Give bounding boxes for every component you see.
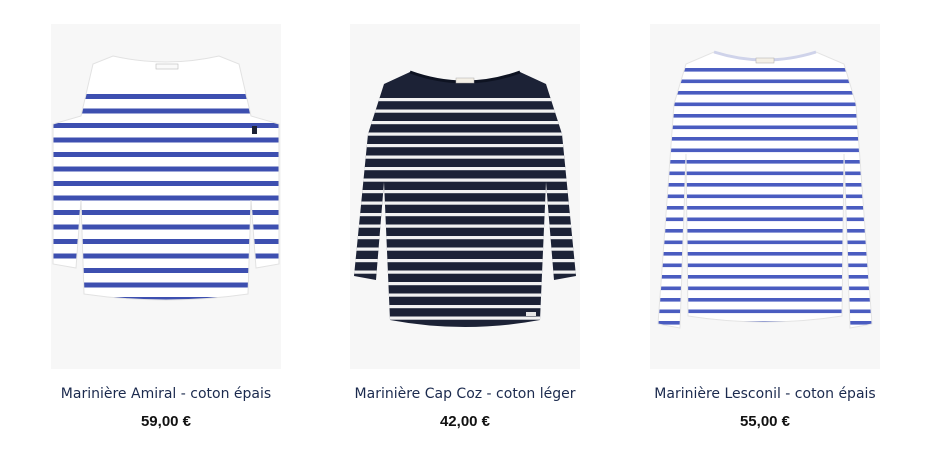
shirt-long-sleeve-blue-stripes-icon	[650, 50, 880, 337]
stripe	[658, 171, 872, 176]
stripe	[53, 108, 279, 114]
stripe	[658, 79, 872, 84]
stripe	[354, 293, 576, 297]
product-price: 42,00 €	[439, 413, 491, 430]
stripe	[658, 240, 872, 245]
stripe	[53, 268, 279, 273]
stripe	[354, 236, 576, 240]
stripe	[53, 123, 279, 128]
product-title[interactable]: Marinière Lesconil - coton épais	[615, 386, 915, 402]
stripe	[354, 132, 576, 136]
stripe	[354, 121, 576, 125]
shirt-white-yoke-royal-blue-stripes-icon	[52, 55, 280, 301]
stripe	[354, 190, 576, 194]
stripe	[354, 167, 576, 171]
stripe	[650, 333, 880, 337]
stripe	[658, 114, 872, 118]
stripe	[658, 309, 872, 314]
product-price: 59,00 €	[140, 413, 192, 430]
stripe	[354, 259, 576, 263]
stripe	[354, 305, 576, 309]
product-title[interactable]: Marinière Amiral - coton épais	[16, 386, 316, 402]
stripe	[658, 286, 872, 291]
product-grid: Marinière Amiral - coton épais 59,00 € M…	[0, 0, 934, 459]
stripe	[658, 275, 872, 279]
stripe	[658, 229, 872, 233]
product-card-lesconil[interactable]: Marinière Lesconil - coton épais 55,00 €	[615, 0, 915, 459]
stripe	[658, 252, 872, 256]
stripe	[354, 282, 576, 286]
stripe	[53, 152, 279, 157]
stripe	[354, 144, 576, 148]
stripe	[658, 298, 872, 302]
shirt-navy-white-stripes-icon	[350, 70, 580, 331]
product-card-cap-coz[interactable]: Marinière Cap Coz - coton léger 42,00 €	[315, 0, 615, 459]
product-image-cap-coz[interactable]	[350, 24, 580, 369]
stripe	[354, 201, 576, 205]
stripe	[53, 239, 279, 244]
stripe	[53, 195, 279, 201]
stripe	[354, 270, 576, 274]
stripe	[53, 282, 279, 288]
stripe	[658, 137, 872, 141]
product-price: 55,00 €	[739, 413, 791, 430]
stripe	[354, 224, 576, 228]
stripe	[350, 328, 580, 331]
product-title[interactable]: Marinière Cap Coz - coton léger	[315, 386, 615, 402]
stripe	[658, 148, 872, 153]
stripe	[354, 98, 576, 102]
stripe	[53, 210, 279, 215]
stripe	[53, 137, 279, 143]
stripe	[658, 217, 872, 222]
stripe	[658, 263, 872, 268]
stripe	[354, 155, 576, 159]
stripe	[53, 253, 279, 259]
stripe	[354, 247, 576, 251]
stripe	[354, 109, 576, 113]
stripe	[658, 160, 872, 164]
product-image-lesconil[interactable]	[650, 24, 880, 369]
product-card-amiral[interactable]: Marinière Amiral - coton épais 59,00 €	[16, 0, 316, 459]
stripe	[354, 178, 576, 182]
stripe	[53, 181, 279, 186]
stripe	[658, 91, 872, 95]
stripe	[354, 213, 576, 217]
stripe	[658, 102, 872, 107]
stripe	[354, 316, 576, 320]
product-image-amiral[interactable]	[51, 24, 281, 369]
stripe	[658, 125, 872, 130]
stripe	[53, 166, 279, 172]
stripe	[53, 224, 279, 230]
